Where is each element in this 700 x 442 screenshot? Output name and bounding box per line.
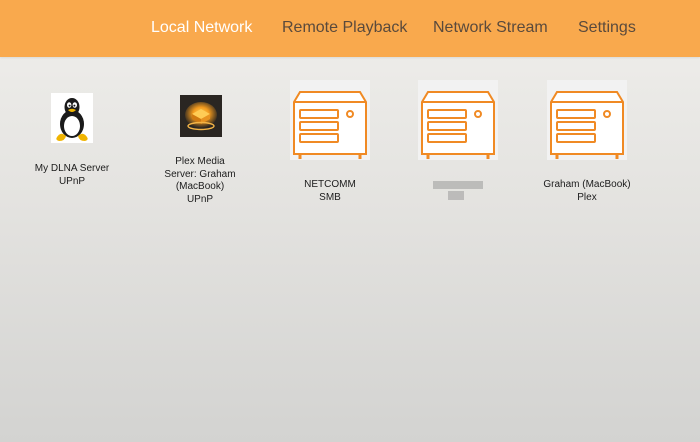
server-name: Plex Media Server: Graham (MacBook) bbox=[164, 156, 236, 192]
redacted-server-type bbox=[448, 191, 464, 200]
server-type: UPnP bbox=[58, 175, 86, 187]
server-icon bbox=[418, 80, 498, 160]
server-name: My DLNA Server bbox=[34, 163, 110, 174]
server-netcomm[interactable]: NETCOMM SMB bbox=[270, 78, 390, 208]
server-redacted[interactable] bbox=[398, 78, 518, 208]
server-label: NETCOMM SMB bbox=[270, 179, 390, 204]
tab-network-stream[interactable]: Network Stream bbox=[433, 18, 548, 38]
server-type: Plex bbox=[577, 191, 597, 203]
server-name: Graham (MacBook) bbox=[543, 179, 631, 190]
tab-local-network[interactable]: Local Network bbox=[151, 18, 252, 38]
plex-icon bbox=[180, 95, 222, 137]
server-plex-media-server[interactable]: Plex Media Server: Graham (MacBook) UPnP bbox=[140, 88, 260, 205]
top-navigation-bar: Local Network Remote Playback Network St… bbox=[0, 0, 700, 57]
server-label: Graham (MacBook) Plex bbox=[527, 179, 647, 204]
server-label: My DLNA Server UPnP bbox=[12, 163, 132, 188]
server-name: NETCOMM bbox=[304, 179, 356, 190]
server-type: UPnP bbox=[186, 193, 214, 205]
server-label: Plex Media Server: Graham (MacBook) UPnP bbox=[140, 156, 260, 206]
server-graham-macbook-plex[interactable]: Graham (MacBook) Plex bbox=[527, 78, 647, 208]
linux-tux-icon bbox=[51, 93, 93, 143]
tab-remote-playback[interactable]: Remote Playback bbox=[282, 18, 407, 38]
server-my-dlna[interactable]: My DLNA Server UPnP bbox=[12, 88, 132, 188]
server-icon bbox=[547, 80, 627, 160]
server-icon bbox=[290, 80, 370, 160]
server-type: SMB bbox=[319, 191, 341, 203]
tab-settings[interactable]: Settings bbox=[578, 18, 636, 38]
redacted-server-name bbox=[433, 181, 483, 189]
